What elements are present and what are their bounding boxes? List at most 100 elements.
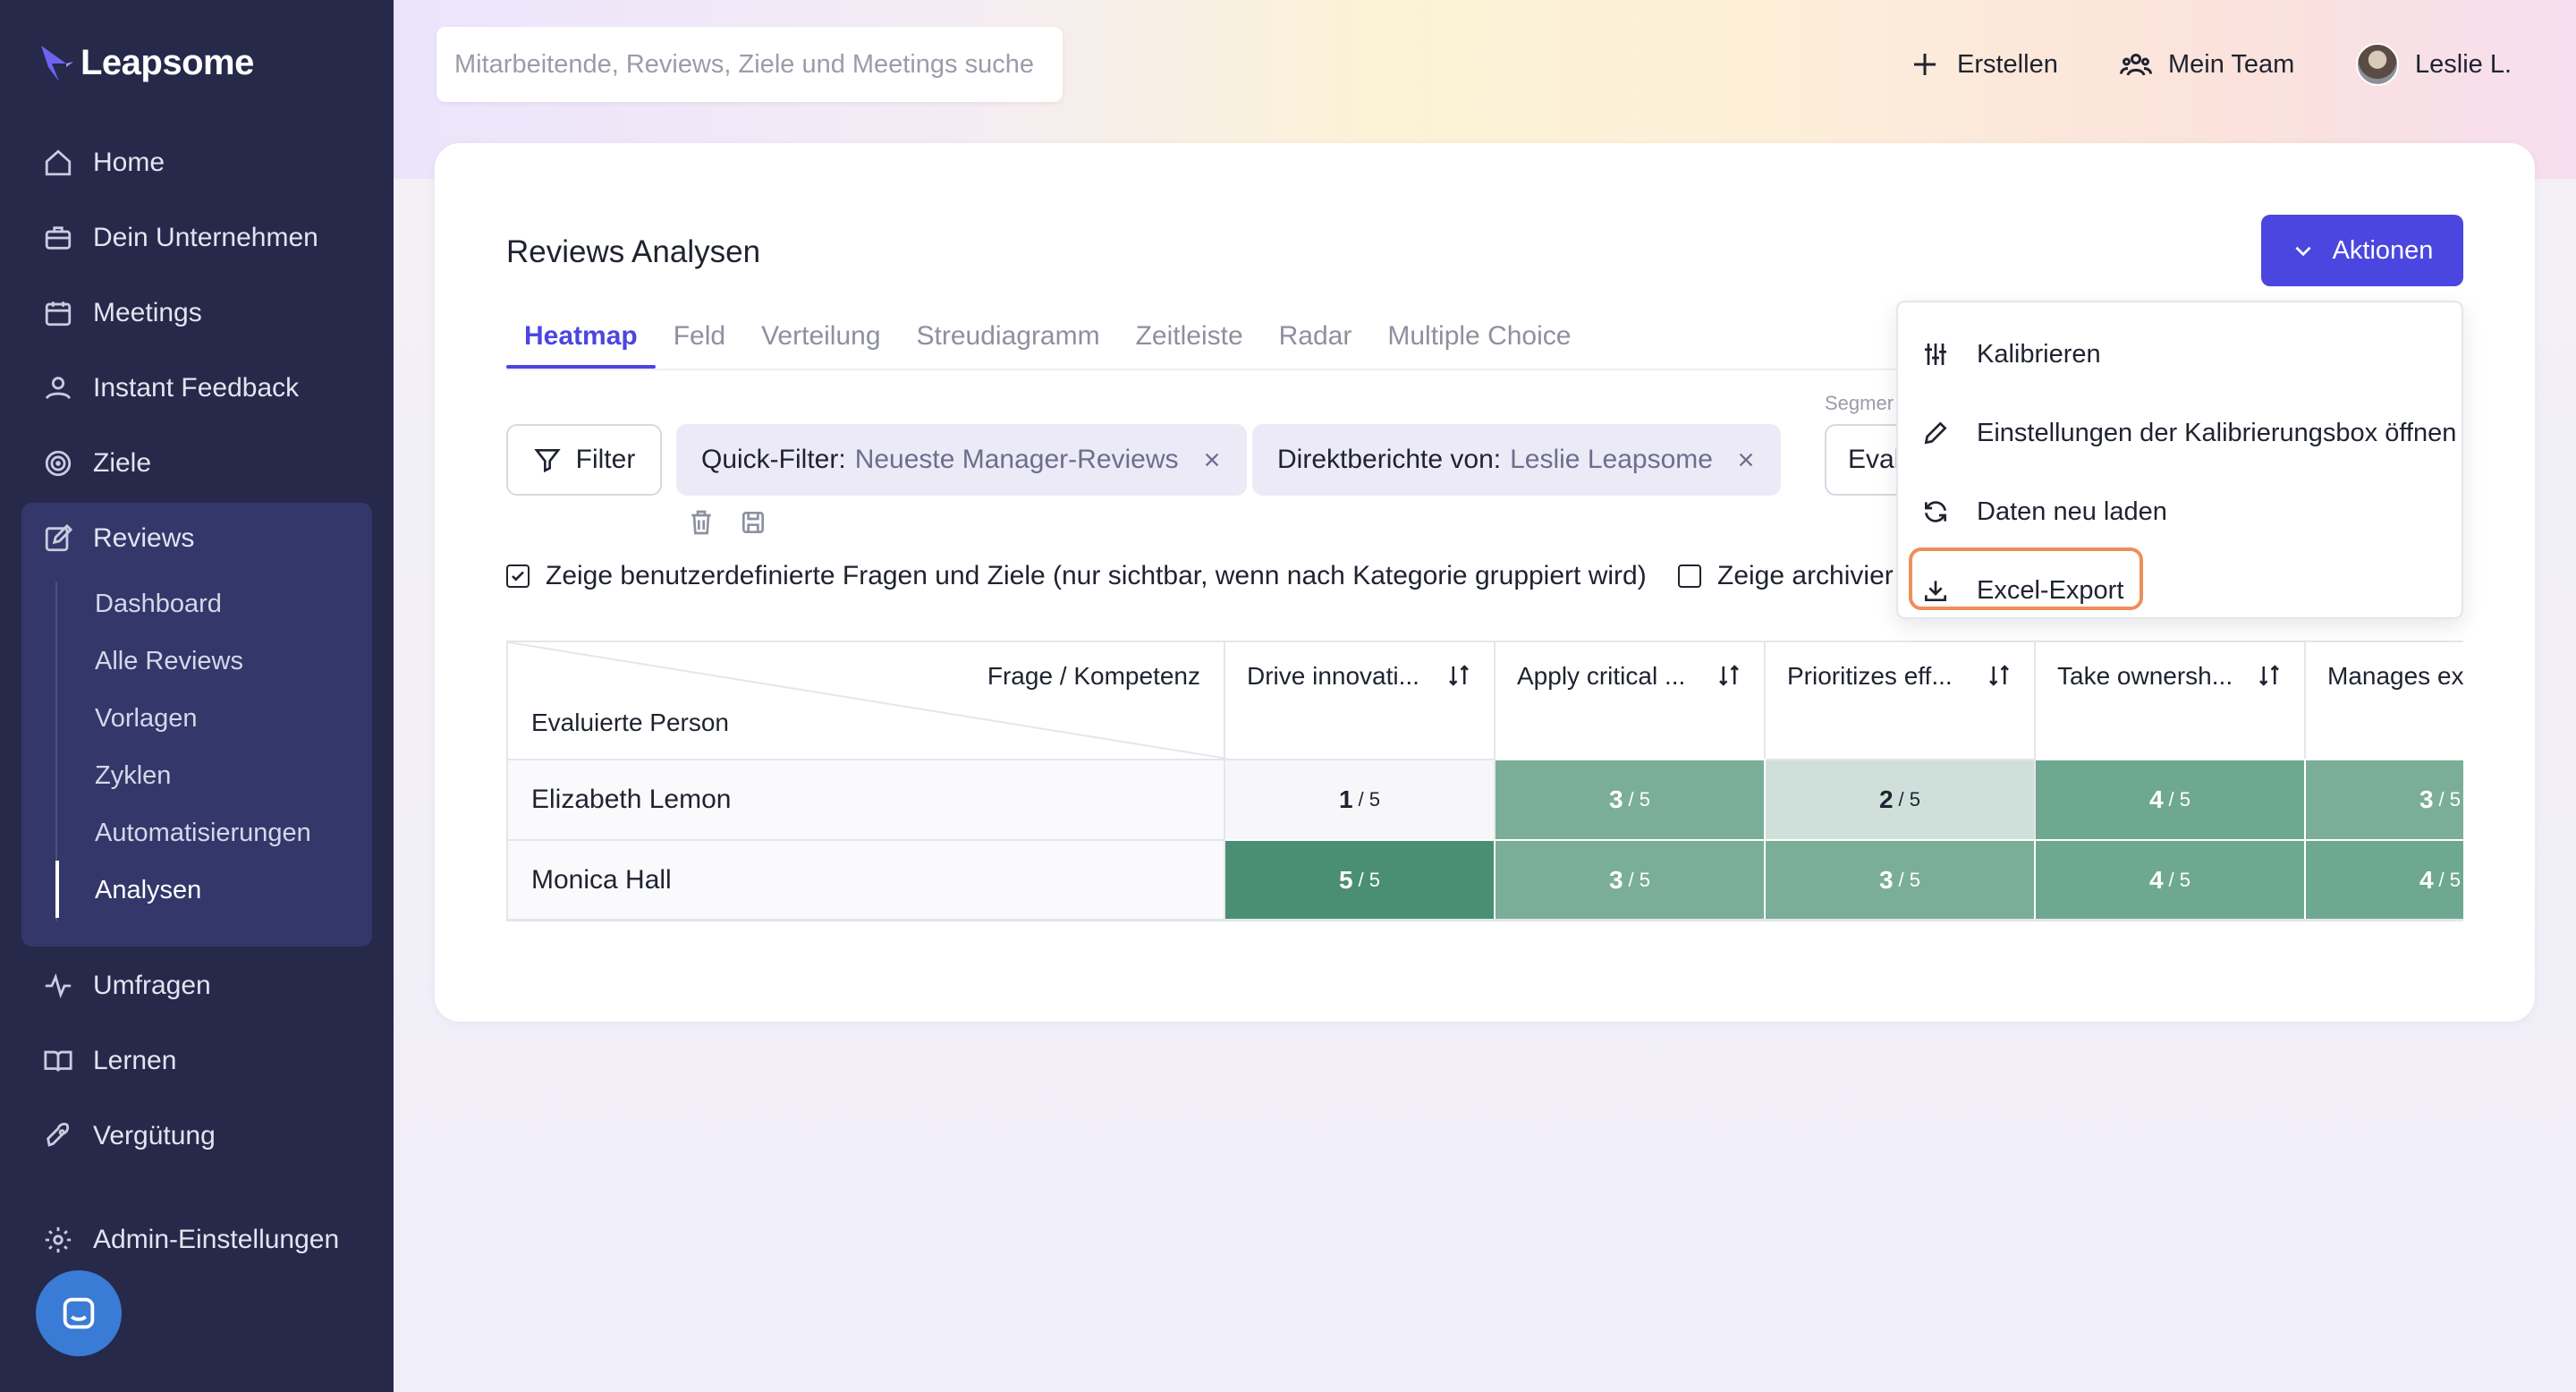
score-value: 3 bbox=[1608, 866, 1623, 894]
score-value: 4 bbox=[2148, 785, 2164, 813]
sidebar-subitem-dashboard[interactable]: Dashboard bbox=[95, 581, 222, 626]
close-icon[interactable] bbox=[1202, 450, 1222, 470]
tab-scatter[interactable]: Streudiagramm bbox=[899, 304, 1118, 369]
actions-label: Aktionen bbox=[2332, 235, 2434, 265]
checkbox-unchecked[interactable] bbox=[1678, 564, 1701, 588]
row-name[interactable]: Elizabeth Lemon bbox=[506, 759, 1225, 839]
sidebar-item-label: Umfragen bbox=[93, 971, 211, 1000]
sidebar-subitem-automations[interactable]: Automatisierungen bbox=[95, 811, 311, 855]
chip-value: Leslie Leapsome bbox=[1510, 445, 1713, 474]
archived-checkbox[interactable]: Zeige archivier bbox=[1678, 556, 1894, 596]
tabs-divider bbox=[506, 369, 1902, 370]
menu-item-calibrate[interactable]: Kalibrieren bbox=[1921, 327, 2101, 381]
sidebar-item-label: Home bbox=[93, 148, 165, 177]
save-filter-button[interactable] bbox=[739, 506, 767, 539]
sort-icon[interactable] bbox=[2256, 662, 2283, 689]
sidebar-item-goals[interactable]: Ziele bbox=[43, 438, 151, 488]
table-corner-header: Frage / Kompetenz Evaluierte Person bbox=[506, 642, 1227, 759]
score-denominator: / 5 bbox=[1898, 788, 1921, 811]
delete-filter-button[interactable] bbox=[687, 506, 716, 539]
custom-questions-checkbox[interactable]: Zeige benutzerdefinierte Fragen und Ziel… bbox=[506, 556, 1647, 596]
score-cell[interactable]: 3/ 5 bbox=[2306, 759, 2463, 839]
sidebar-subitem-templates[interactable]: Vorlagen bbox=[95, 696, 198, 741]
tab-distribution[interactable]: Verteilung bbox=[743, 304, 898, 369]
tab-timeline[interactable]: Zeitleiste bbox=[1118, 304, 1261, 369]
column-header[interactable]: Drive innovati... bbox=[1225, 642, 1496, 759]
column-label: Prioritizes eff... bbox=[1787, 662, 1953, 690]
sidebar-subitem-cycles[interactable]: Zyklen bbox=[95, 753, 171, 798]
create-button[interactable]: Erstellen bbox=[1909, 39, 2058, 89]
checkbox-label: Zeige archivier bbox=[1717, 561, 1894, 590]
score-cell[interactable]: 2/ 5 bbox=[1766, 759, 2036, 839]
menu-item-calibration-settings[interactable]: Einstellungen der Kalibrierungsbox öffne… bbox=[1921, 406, 2456, 460]
column-header[interactable]: Apply critical ... bbox=[1496, 642, 1766, 759]
sidebar-item-company[interactable]: Dein Unternehmen bbox=[43, 213, 318, 263]
score-denominator: / 5 bbox=[2168, 869, 2191, 891]
sidebar-item-instant-feedback[interactable]: Instant Feedback bbox=[43, 363, 299, 413]
quick-filter-chip[interactable]: Quick-Filter: Neueste Manager-Reviews bbox=[676, 424, 1247, 496]
search-input[interactable]: Mitarbeitende, Reviews, Ziele und Meetin… bbox=[436, 27, 1063, 102]
sort-icon[interactable] bbox=[1716, 662, 1742, 689]
target-icon bbox=[45, 450, 72, 477]
checkbox-checked[interactable] bbox=[506, 564, 530, 588]
score-cell[interactable]: 3/ 5 bbox=[1496, 759, 1766, 839]
tab-radar[interactable]: Radar bbox=[1261, 304, 1370, 369]
leapsome-logo[interactable]: Leapsome bbox=[39, 43, 254, 83]
score-value: 3 bbox=[2419, 785, 2434, 813]
chip-key: Quick-Filter: bbox=[701, 445, 846, 474]
user-menu[interactable]: Leslie L. bbox=[2356, 39, 2512, 89]
score-cell[interactable]: 1/ 5 bbox=[1225, 759, 1496, 839]
my-team-button[interactable]: Mein Team bbox=[2120, 39, 2294, 89]
column-header[interactable]: Take ownersh... bbox=[2036, 642, 2306, 759]
sidebar-item-reviews[interactable]: Reviews bbox=[43, 514, 194, 564]
score-cell[interactable]: 3/ 5 bbox=[1766, 839, 2036, 919]
score-cell[interactable]: 3/ 5 bbox=[1496, 839, 1766, 919]
column-header[interactable]: Manages ex bbox=[2306, 642, 2463, 759]
gear-icon bbox=[45, 1226, 72, 1253]
close-icon[interactable] bbox=[1736, 450, 1756, 470]
score-cell[interactable]: 4/ 5 bbox=[2036, 759, 2306, 839]
score-denominator: / 5 bbox=[1358, 869, 1381, 891]
chevron-down-icon bbox=[2295, 246, 2311, 257]
sidebar-subitem-analytics[interactable]: Analysen bbox=[95, 868, 201, 912]
column-header[interactable]: Prioritizes eff... bbox=[1766, 642, 2036, 759]
sidebar-item-label: Ziele bbox=[93, 448, 152, 478]
sort-icon[interactable] bbox=[1986, 662, 2012, 689]
sidebar: Leapsome Home Dein Unternehmen Meetings … bbox=[0, 0, 394, 1392]
sidebar-item-label: Reviews bbox=[93, 523, 195, 553]
sidebar-item-meetings[interactable]: Meetings bbox=[43, 288, 202, 338]
refresh-icon bbox=[1925, 501, 1946, 522]
sidebar-item-home[interactable]: Home bbox=[43, 138, 165, 188]
sidebar-item-surveys[interactable]: Umfragen bbox=[43, 961, 211, 1011]
chat-launcher[interactable] bbox=[36, 1270, 122, 1356]
sidebar-item-label: Meetings bbox=[93, 298, 202, 327]
filter-button[interactable]: Filter bbox=[506, 424, 662, 496]
tab-field[interactable]: Feld bbox=[656, 304, 743, 369]
score-cell[interactable]: 5/ 5 bbox=[1225, 839, 1496, 919]
briefcase-icon bbox=[45, 226, 72, 250]
menu-item-label: Kalibrieren bbox=[1977, 339, 2101, 369]
score-cell[interactable]: 4/ 5 bbox=[2306, 839, 2463, 919]
sort-icon[interactable] bbox=[1445, 662, 1472, 689]
rocket-icon bbox=[47, 1123, 70, 1147]
row-name[interactable]: Monica Hall bbox=[506, 839, 1225, 919]
direct-reports-chip[interactable]: Direktberichte von: Leslie Leapsome bbox=[1252, 424, 1781, 496]
tab-multiple-choice[interactable]: Multiple Choice bbox=[1369, 304, 1589, 369]
score-denominator: / 5 bbox=[2438, 869, 2462, 891]
sidebar-subitem-all-reviews[interactable]: Alle Reviews bbox=[95, 639, 243, 683]
sidebar-item-compensation[interactable]: Vergütung bbox=[43, 1111, 216, 1161]
column-label: Apply critical ... bbox=[1517, 662, 1686, 690]
home-icon bbox=[45, 149, 72, 176]
sidebar-item-admin[interactable]: Admin-Einstellungen bbox=[43, 1215, 339, 1265]
menu-item-reload[interactable]: Daten neu laden bbox=[1921, 485, 2167, 539]
team-icon bbox=[2120, 54, 2152, 76]
filter-icon bbox=[533, 449, 561, 473]
tab-heatmap[interactable]: Heatmap bbox=[506, 304, 656, 369]
column-label: Manages ex bbox=[2327, 662, 2463, 690]
sidebar-item-label: Lernen bbox=[93, 1046, 177, 1075]
sidebar-item-learning[interactable]: Lernen bbox=[43, 1036, 176, 1086]
actions-button[interactable]: Aktionen bbox=[2261, 215, 2463, 286]
score-cell[interactable]: 4/ 5 bbox=[2036, 839, 2306, 919]
score-denominator: / 5 bbox=[1358, 788, 1381, 811]
heatmap-table: Frage / Kompetenz Evaluierte Person Driv… bbox=[506, 641, 2463, 921]
